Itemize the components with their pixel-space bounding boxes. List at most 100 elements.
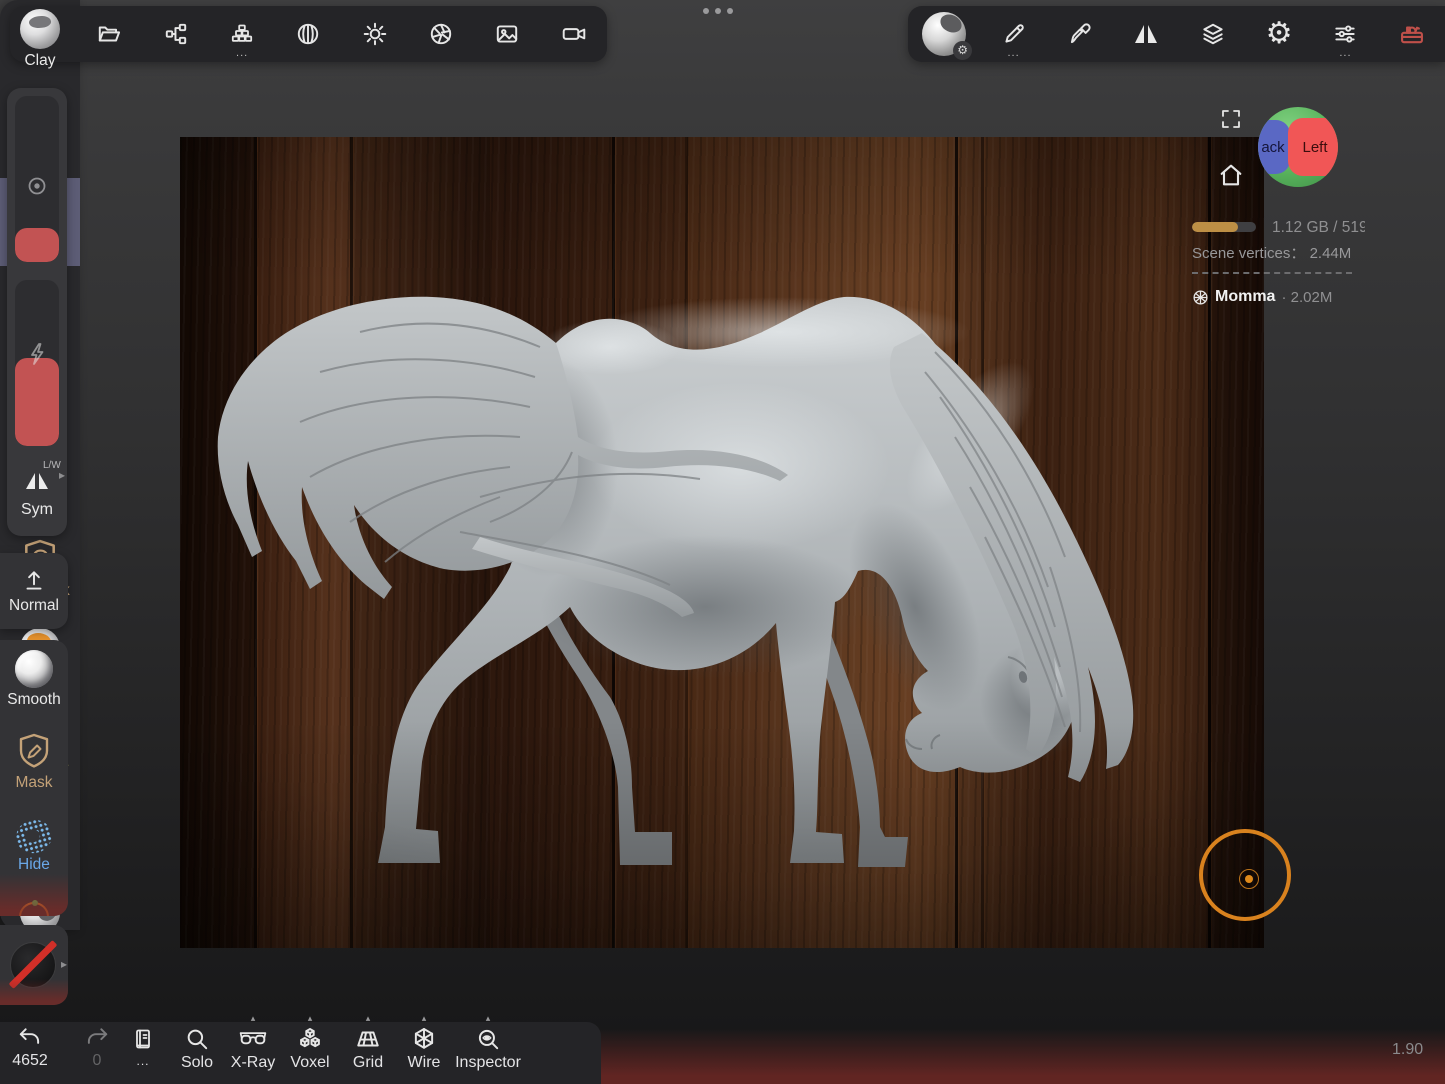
swipe-up-caret-icon: ▴ [422,1013,427,1024]
solo-magnifier-icon [184,1026,210,1052]
inspector-button[interactable]: ▴ Inspector [452,1026,524,1082]
scene-vertices: Scene vertices： 2.44M [1192,242,1351,263]
lighting-icon[interactable] [353,10,397,58]
inspector-label: Inspector [455,1054,521,1072]
intensity-slider[interactable] [15,280,59,446]
quick-smooth-button[interactable]: Smooth [0,650,68,709]
gizmo-left-face[interactable]: Left [1288,118,1338,176]
memory-text: 1.12 GB / 519 M [1272,219,1365,237]
memory-bar [1192,222,1256,232]
sym-button[interactable]: L/W ▸ Sym [7,458,67,519]
radius-slider[interactable] [15,96,59,262]
mask-label: Mask [15,774,52,792]
wireframe-icon [411,1026,437,1052]
top-right-toolbar: ⚙ ... ⚙ ... [908,6,1445,62]
camera-icon[interactable] [552,10,596,58]
xray-glasses-icon [239,1026,267,1052]
radius-slider-fill [15,228,59,262]
background-icon[interactable] [485,10,529,58]
brush-cursor-dot [1245,875,1253,883]
hide-dotted-sphere-icon [12,816,55,857]
fullscreen-button[interactable] [1219,107,1243,131]
history-more-dots: ... [136,1054,149,1068]
scene-graph-icon[interactable] [154,10,198,58]
object-row[interactable]: Momma · 2.02M [1192,288,1332,306]
memory-bar-fill [1192,222,1238,232]
gizmo-icon-partial[interactable] [19,902,49,916]
files-icon[interactable] [87,10,131,58]
history-book-icon [131,1026,155,1052]
intensity-icon [15,342,59,366]
xray-label: X-Ray [231,1054,275,1072]
home-view-button[interactable] [1217,161,1245,189]
gizmo-back-face[interactable]: ack [1258,120,1290,174]
smooth-label: Smooth [7,691,60,709]
undo-icon [17,1026,43,1050]
grid-plane-icon [355,1026,381,1052]
undo-button[interactable]: 4652 [2,1026,58,1082]
voxel-cubes-icon [297,1026,323,1052]
toolbox-icon[interactable] [1390,10,1434,58]
radius-icon [15,174,59,198]
swipe-up-caret-icon: ▴ [308,1013,313,1024]
top-left-toolbar: ... [10,6,607,62]
material-icon[interactable] [286,10,330,58]
object-count: · 2.02M [1281,289,1332,306]
wire-label: Wire [408,1054,441,1072]
zoom-level: 1.90 [1392,1041,1423,1059]
settings-gear-icon[interactable]: ⚙ [1257,10,1301,58]
smooth-sphere-icon [15,650,53,688]
stroke-icon[interactable]: ... [992,10,1036,58]
orientation-gizmo[interactable]: ack Left [1258,107,1338,187]
filters-more-dots: ... [1339,49,1351,57]
object-name: Momma [1215,288,1275,306]
sym-mirror-icon [23,470,51,492]
canvas-vignette [180,137,1264,948]
fullscreen-icon [1219,107,1243,131]
quick-tools-panel: Smooth Mask Hide [0,640,68,916]
viewport-canvas[interactable] [180,137,1264,948]
symmetry-icon[interactable] [1124,10,1168,58]
painting-icon[interactable] [1058,10,1102,58]
sym-label: Sym [7,501,67,519]
normal-label: Normal [9,597,59,615]
topology-icon[interactable]: ... [220,10,264,58]
inspector-eye-icon [475,1026,501,1052]
postprocess-icon[interactable] [419,10,463,58]
layers-icon[interactable] [1191,10,1235,58]
wire-sphere-icon [1192,289,1209,306]
quick-mask-button[interactable]: Mask [0,733,68,792]
brush-settings-gear-icon[interactable]: ⚙ [953,41,972,60]
swipe-up-caret-icon: ▴ [486,1013,491,1024]
intensity-slider-fill [15,358,59,446]
solo-label: Solo [181,1054,213,1072]
grid-button[interactable]: ▴ Grid [340,1026,396,1082]
brush-cursor[interactable] [1199,829,1291,921]
grid-label: Grid [353,1054,383,1072]
wire-button[interactable]: ▴ Wire [396,1026,452,1082]
bottom-toolbar: 4652 0 ... Solo ▴ X-Ray ▴ Voxel ▴ Grid ▴… [0,1022,601,1084]
swipe-up-caret-icon: ▴ [366,1013,371,1024]
voxel-button[interactable]: ▴ Voxel [282,1026,338,1082]
redo-icon [84,1026,110,1050]
history-button[interactable]: ... [115,1026,171,1082]
xray-button[interactable]: ▴ X-Ray [225,1026,281,1082]
undo-count: 4652 [12,1052,48,1070]
no-material-button[interactable]: ▸ [0,925,68,1005]
nomat-caret-icon: ▸ [61,957,67,971]
arrow-up-icon [21,568,47,594]
falloff-normal-button[interactable]: Normal [0,553,68,629]
filters-icon[interactable]: ... [1323,10,1367,58]
solo-button[interactable]: Solo [169,1026,225,1082]
stroke-more-dots: ... [1007,49,1019,57]
tool-clay[interactable]: Clay [0,2,80,90]
brush-settings-panel: L/W ▸ Sym [7,88,67,536]
stats-separator [1192,272,1352,274]
quick-hide-button[interactable]: Hide [0,820,68,874]
mask-shield-icon [17,733,51,771]
drag-handle-dots[interactable] [703,8,733,14]
voxel-label: Voxel [290,1054,329,1072]
clay-sphere-icon [20,9,60,49]
active-brush-preview-icon[interactable]: ⚙ [919,10,969,58]
sym-caret-icon: ▸ [59,468,65,482]
